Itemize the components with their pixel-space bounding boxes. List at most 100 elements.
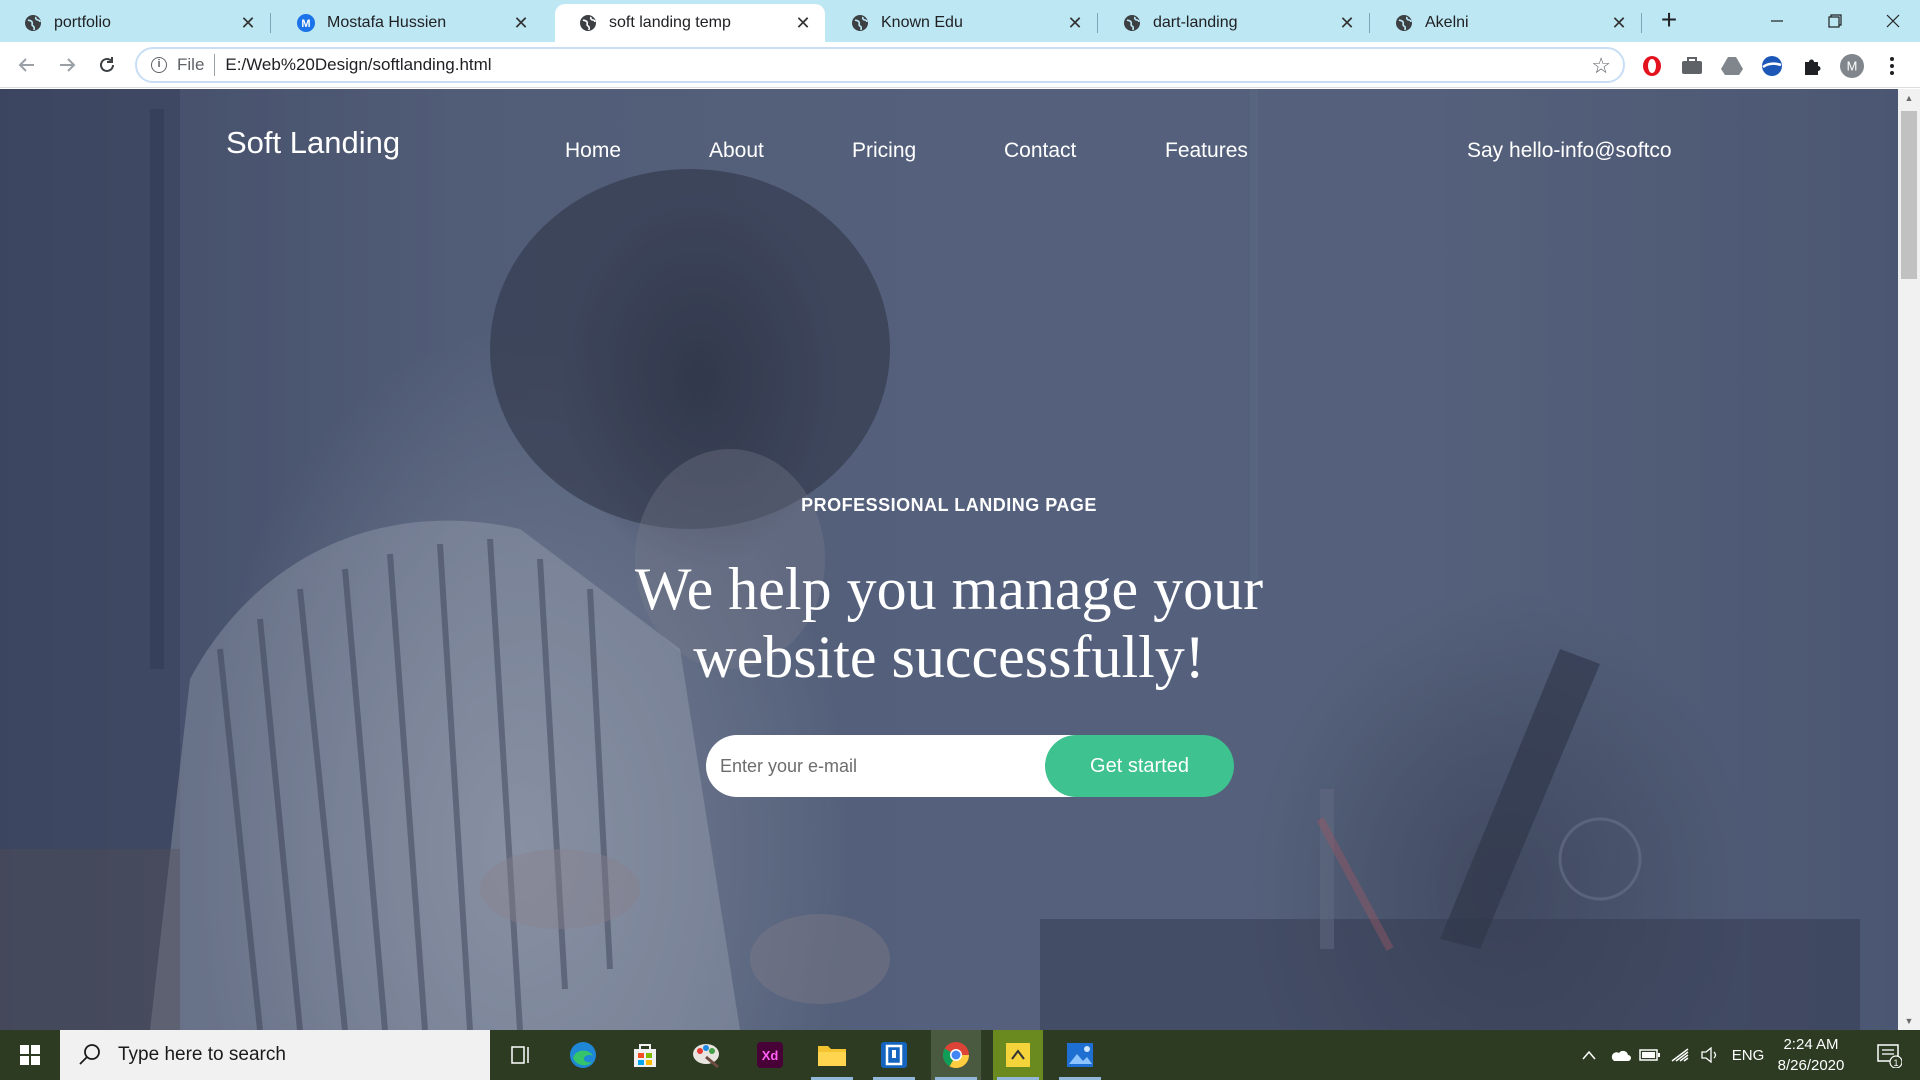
url-text[interactable]: E:/Web%20Design/softlanding.html	[225, 55, 491, 75]
drive-extension-icon[interactable]	[1720, 54, 1744, 78]
reload-button[interactable]	[92, 50, 122, 80]
tab-akelni[interactable]: Akelni ✕	[1371, 4, 1642, 42]
close-window-button[interactable]	[1864, 0, 1920, 42]
battery-icon[interactable]	[1636, 1030, 1664, 1080]
close-tab-icon[interactable]: ✕	[793, 13, 813, 33]
clock-time: 2:24 AM	[1783, 1036, 1839, 1053]
tab-title: Akelni	[1425, 14, 1469, 31]
tab-soft-landing[interactable]: soft landing temp ✕	[555, 4, 825, 42]
reload-icon	[100, 57, 114, 72]
nav-link-pricing[interactable]: Pricing	[852, 139, 916, 163]
svg-text:Xd: Xd	[762, 1048, 779, 1063]
contact-email-link[interactable]: Say hello-info@softco	[1467, 139, 1672, 163]
tab-title: Mostafa Hussien	[327, 14, 447, 31]
minimize-icon	[1771, 20, 1783, 22]
tab-dart-landing[interactable]: dart-landing ✕	[1099, 4, 1370, 42]
nav-link-contact[interactable]: Contact	[1004, 139, 1076, 163]
tab-title: dart-landing	[1153, 14, 1238, 31]
language-indicator[interactable]: ENG	[1728, 1030, 1768, 1080]
bookmark-star-icon[interactable]: ☆	[1591, 53, 1611, 79]
svg-text:M: M	[301, 18, 310, 30]
profile-initial: M	[1847, 59, 1858, 74]
globe-extension-icon[interactable]	[1760, 54, 1784, 78]
nav-link-about[interactable]: About	[709, 139, 764, 163]
signup-form: Get started	[706, 735, 1234, 797]
system-clock[interactable]: 2:24 AM 8/26/2020	[1768, 1034, 1854, 1076]
globe-icon	[580, 15, 596, 31]
minimize-button[interactable]	[1748, 0, 1806, 42]
xd-icon[interactable]: Xd	[745, 1030, 795, 1080]
page-scrollbar[interactable]: ▲ ▼	[1898, 89, 1920, 1030]
new-tab-button[interactable]: +	[1654, 6, 1684, 36]
notification-center-icon[interactable]: 1	[1864, 1030, 1914, 1080]
close-tab-icon[interactable]: ✕	[1609, 13, 1629, 33]
chevron-up-icon[interactable]	[1576, 1030, 1602, 1080]
tab-separator	[270, 13, 271, 33]
scheme-label: File	[177, 55, 205, 74]
scroll-up-arrow-icon[interactable]: ▲	[1898, 89, 1920, 107]
hero-section: Soft Landing Home About Pricing Contact …	[0, 89, 1898, 1030]
nav-link-home[interactable]: Home	[565, 139, 621, 163]
globe-icon	[1396, 15, 1412, 31]
headline-line-2: website successfully!	[693, 624, 1205, 690]
forward-button[interactable]	[52, 50, 82, 80]
photos-icon[interactable]	[1055, 1030, 1105, 1080]
headline-line-1: We help you manage your	[634, 556, 1264, 622]
close-tab-icon[interactable]: ✕	[238, 13, 258, 33]
volume-icon[interactable]	[1696, 1030, 1724, 1080]
close-tab-icon[interactable]: ✕	[1337, 13, 1357, 33]
onedrive-icon[interactable]	[1606, 1030, 1634, 1080]
task-view-icon[interactable]	[495, 1030, 545, 1080]
search-placeholder: Type here to search	[118, 1044, 286, 1065]
store-icon[interactable]	[620, 1030, 670, 1080]
sticky-icon[interactable]	[993, 1030, 1043, 1080]
close-tab-icon[interactable]: ✕	[1065, 13, 1085, 33]
opera-extension-icon[interactable]	[1640, 54, 1664, 78]
address-divider	[214, 54, 216, 76]
tab-strip: portfolio ✕ M Mostafa Hussien ✕ soft lan…	[0, 0, 1920, 42]
taskbar-search[interactable]: Type here to search	[60, 1030, 490, 1080]
arrow-left-icon	[18, 58, 34, 72]
tab-known-edu[interactable]: Known Edu ✕	[827, 4, 1098, 42]
scrollbar-thumb[interactable]	[1901, 111, 1917, 279]
puzzle-extension-icon[interactable]	[1800, 54, 1824, 78]
globe-icon	[1124, 15, 1140, 31]
info-icon[interactable]: i	[151, 57, 167, 73]
address-bar[interactable]: i File E:/Web%20Design/softlanding.html …	[135, 47, 1625, 83]
file-explorer-icon[interactable]	[807, 1030, 857, 1080]
windows-logo-icon	[20, 1045, 40, 1065]
tab-portfolio[interactable]: portfolio ✕	[0, 4, 271, 42]
menu-kebab-icon[interactable]	[1880, 54, 1904, 78]
app-icon[interactable]	[869, 1030, 919, 1080]
briefcase-extension-icon[interactable]	[1680, 54, 1704, 78]
close-tab-icon[interactable]: ✕	[511, 13, 531, 33]
globe-icon	[25, 15, 41, 31]
get-started-button[interactable]: Get started	[1045, 735, 1234, 797]
close-icon	[1886, 14, 1900, 28]
restore-icon	[1828, 14, 1842, 28]
paint-icon[interactable]	[682, 1030, 732, 1080]
tab-separator	[1097, 13, 1098, 33]
restore-button[interactable]	[1806, 0, 1864, 42]
tab-separator	[1369, 13, 1370, 33]
browser-toolbar: i File E:/Web%20Design/softlanding.html …	[0, 42, 1920, 88]
windows-taskbar: Type here to search Xd ENG 2:24 AM 8/26/…	[0, 1030, 1920, 1080]
wifi-icon[interactable]	[1666, 1030, 1694, 1080]
brand-logo[interactable]: Soft Landing	[226, 125, 400, 161]
scroll-down-arrow-icon[interactable]: ▼	[1898, 1012, 1920, 1030]
m-avatar-icon: M	[297, 14, 315, 32]
tab-title: soft landing temp	[609, 14, 731, 31]
edge-icon[interactable]	[558, 1030, 608, 1080]
clock-date: 8/26/2020	[1777, 1057, 1845, 1074]
arrow-right-icon	[60, 58, 76, 72]
tab-title: Known Edu	[881, 14, 963, 31]
nav-link-features[interactable]: Features	[1165, 139, 1248, 163]
chrome-icon[interactable]	[931, 1030, 981, 1080]
back-button[interactable]	[12, 50, 42, 80]
profile-avatar[interactable]: M	[1840, 54, 1864, 78]
hero-headline: We help you manage your website successf…	[0, 555, 1898, 691]
globe-icon	[852, 15, 868, 31]
notification-count: 1	[1893, 1058, 1898, 1068]
tab-mostafa-hussien[interactable]: M Mostafa Hussien ✕	[273, 4, 543, 42]
start-button[interactable]	[0, 1030, 60, 1080]
